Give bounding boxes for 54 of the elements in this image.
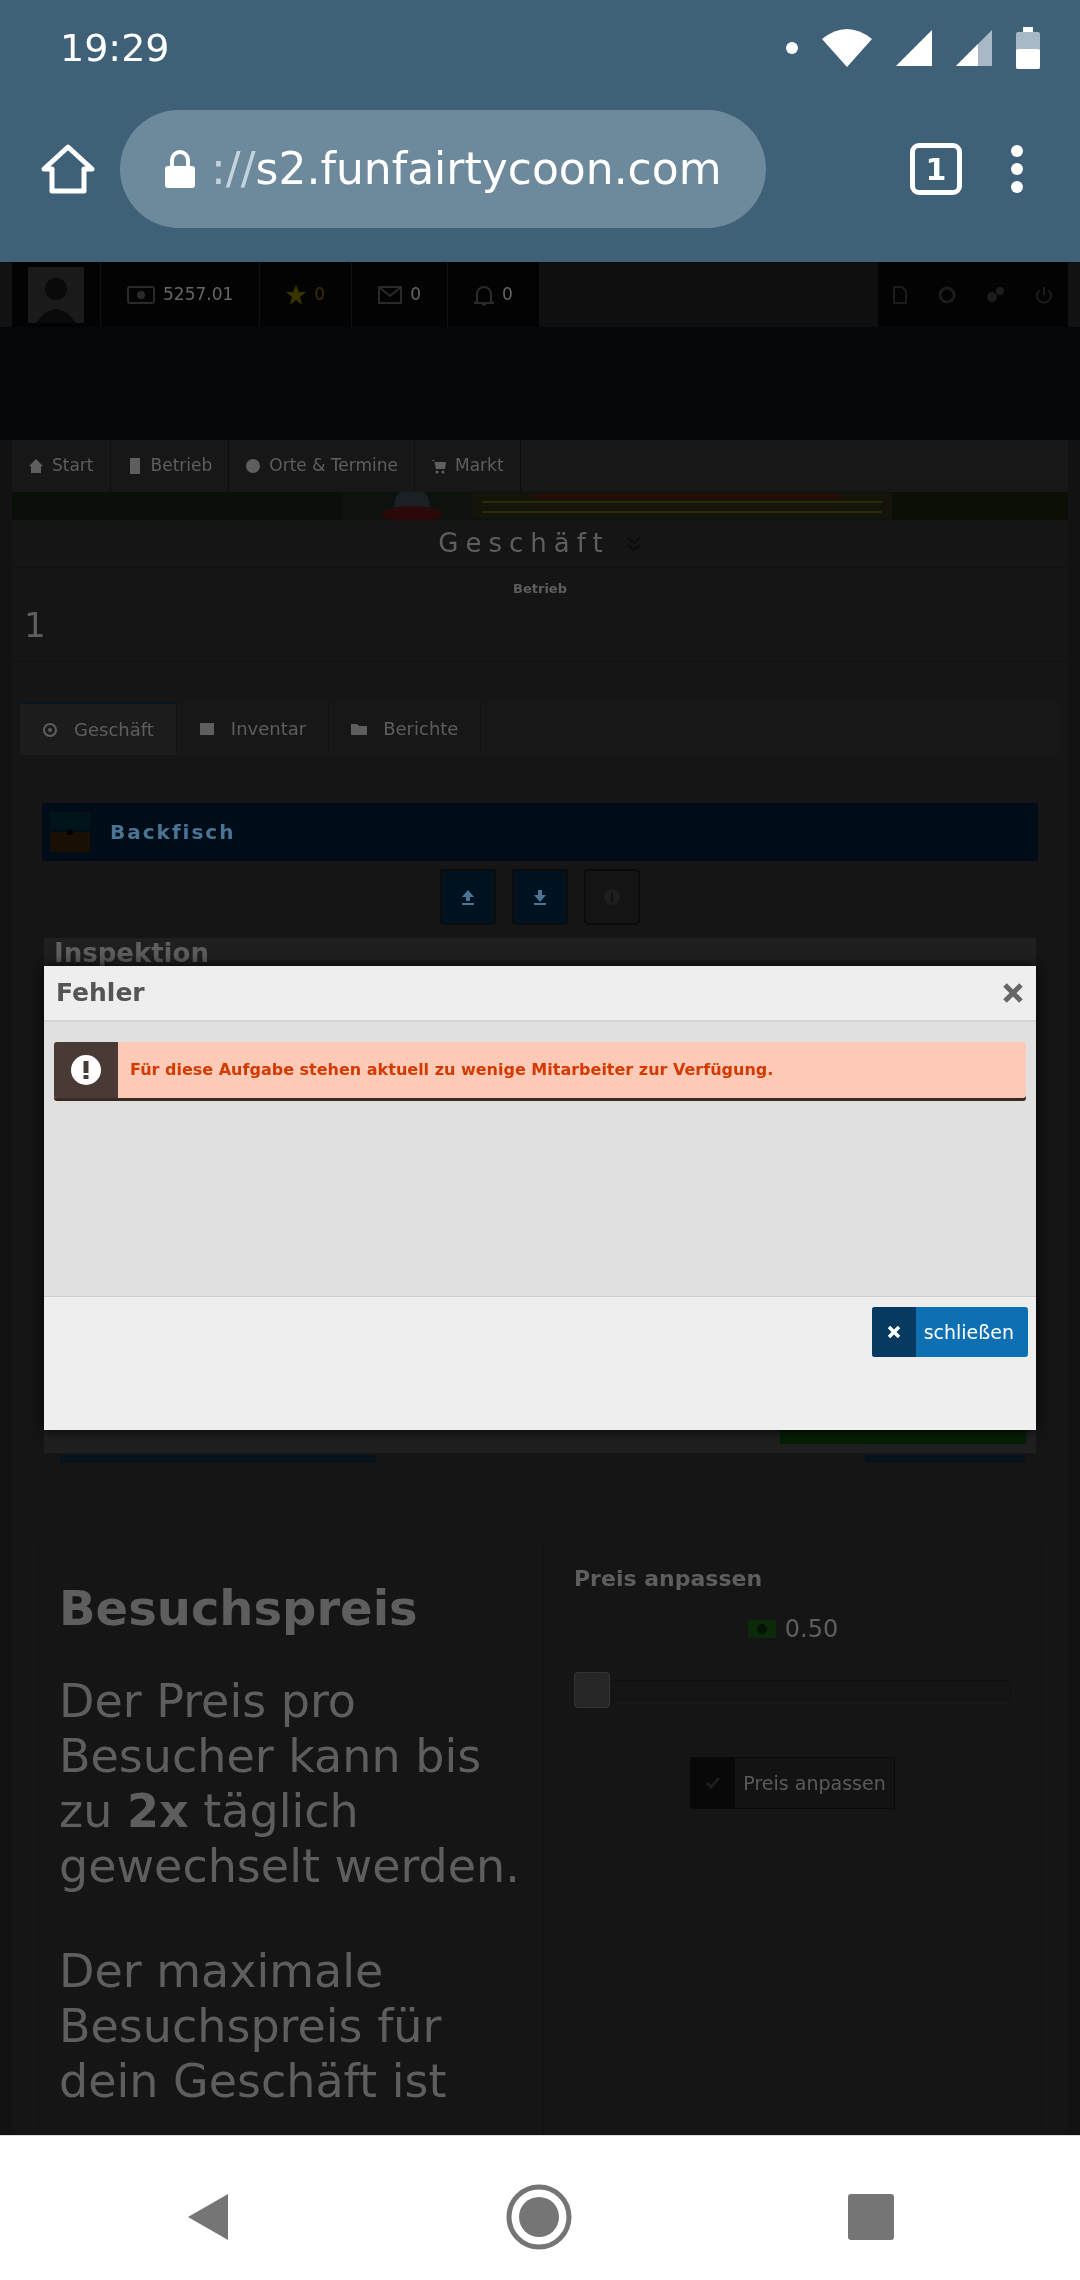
close-button[interactable]: schließen xyxy=(871,1307,1028,1357)
action-button[interactable] xyxy=(512,869,568,925)
power-icon[interactable] xyxy=(1034,285,1053,304)
price-paragraph: Der maximale Besuchspreis für dein Geschäft ist xyxy=(59,1944,448,2109)
star-icon xyxy=(286,284,307,305)
wheel-icon xyxy=(42,721,58,738)
dialog-title: Fehler xyxy=(56,977,145,1010)
notification-count: 0 xyxy=(501,282,513,306)
action-button[interactable] xyxy=(440,869,496,925)
home-button-icon[interactable] xyxy=(506,2183,572,2250)
message-count: 0 xyxy=(410,282,421,306)
recents-icon[interactable] xyxy=(848,2193,894,2240)
battery-icon xyxy=(1016,27,1040,69)
url-text: ://s2.funfairtycoon.com xyxy=(211,142,722,196)
wifi-icon xyxy=(822,29,872,67)
section-title: Geschäft xyxy=(438,527,610,560)
signal-icon xyxy=(896,30,932,66)
lock-icon xyxy=(165,150,195,188)
upload-icon xyxy=(460,889,476,905)
cart-icon xyxy=(431,458,447,474)
signal-icon xyxy=(956,30,992,66)
price-paragraph: Der Preis pro Besucher kann bis zu 2x täglich gewechselt werden. xyxy=(59,1674,521,1894)
home-icon xyxy=(28,458,44,474)
tab[interactable]: Inventar xyxy=(176,702,330,755)
back-icon[interactable] xyxy=(186,2191,230,2242)
document-icon[interactable] xyxy=(893,285,908,304)
close-icon xyxy=(886,1325,901,1339)
bell-icon xyxy=(473,283,494,306)
adjust-heading: Preis anpassen xyxy=(574,1565,764,1593)
status-time: 19:29 xyxy=(60,24,170,72)
exclamation-icon xyxy=(71,1055,101,1085)
menu-icon[interactable] xyxy=(1010,144,1024,194)
close-icon[interactable] xyxy=(1002,982,1024,1004)
box-icon xyxy=(198,720,215,737)
section-subtitle: Betrieb xyxy=(513,581,567,596)
address-bar[interactable]: ://s2.funfairtycoon.com xyxy=(120,110,766,228)
adjust-price-button[interactable]: Preis anpassen xyxy=(690,1757,895,1809)
money-amount: 5257.01 xyxy=(163,282,234,306)
price-slider[interactable] xyxy=(574,1671,1011,1709)
section-value: 1 xyxy=(24,605,46,645)
notification-dot-icon xyxy=(786,42,798,54)
slider-thumb[interactable] xyxy=(574,1672,610,1708)
price-amount: 0.50 xyxy=(784,1614,839,1645)
tab[interactable]: Geschäft xyxy=(20,702,177,755)
download-icon xyxy=(532,889,548,905)
dialog-title: Inspektion xyxy=(54,938,209,968)
price-heading: Besuchspreis xyxy=(59,1579,419,1638)
home-icon[interactable] xyxy=(40,143,96,195)
envelope-icon xyxy=(378,285,403,304)
tab-count[interactable]: 1 xyxy=(910,143,962,195)
ride-name: Backfisch xyxy=(110,819,236,846)
error-message: Für diese Aufgabe stehen aktuell zu wenige Mitarbeiter zur Verfügung. xyxy=(130,1059,774,1081)
tab[interactable]: Berichte xyxy=(329,702,482,755)
money-icon xyxy=(127,285,155,304)
